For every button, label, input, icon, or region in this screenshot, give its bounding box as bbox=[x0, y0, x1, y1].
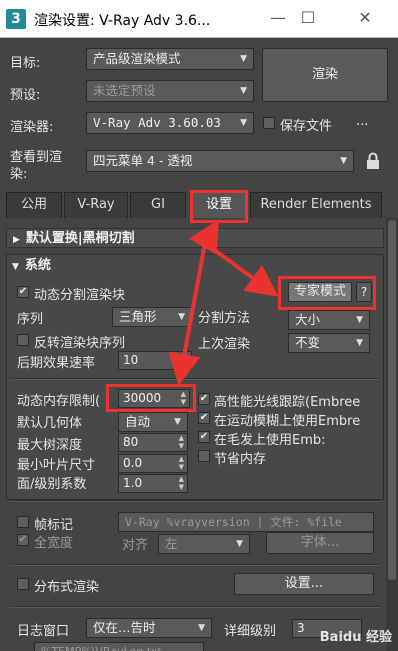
arrow-to-expert-mode bbox=[203, 241, 279, 297]
annotation-arrows bbox=[168, 219, 279, 386]
arrow-to-settings-tab bbox=[189, 219, 220, 255]
watermark: Baidu 经验 bbox=[319, 630, 392, 645]
render-setup-window: 3 渲染设置: V-Ray Adv 3.6... — ☐ ✕ 目标: 产品级渲染… bbox=[0, 0, 398, 651]
arrow-to-dynamic-memory bbox=[168, 242, 207, 386]
